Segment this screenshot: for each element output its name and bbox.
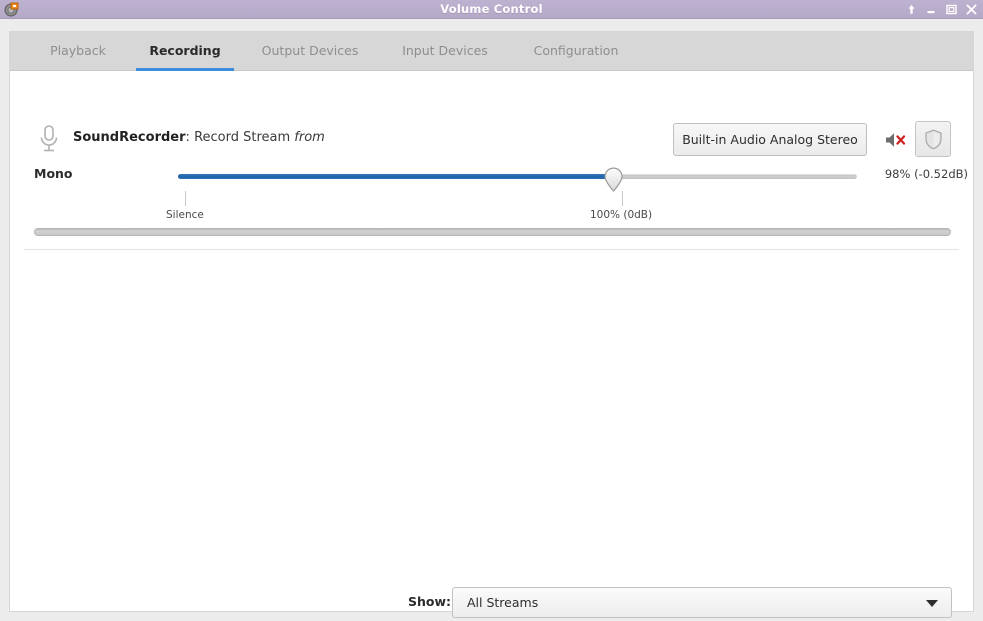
slider-fill bbox=[178, 174, 614, 179]
window-controls bbox=[906, 0, 977, 19]
stream-app-name: SoundRecorder bbox=[73, 130, 186, 145]
mark-tick-silence bbox=[185, 191, 186, 206]
mark-tick-0db bbox=[622, 191, 623, 206]
stream-divider bbox=[24, 249, 959, 250]
volume-control-window: Volume Control bbox=[0, 0, 983, 621]
volume-slider[interactable] bbox=[169, 166, 866, 188]
stream-description: Record Stream bbox=[194, 130, 290, 145]
microphone-icon bbox=[35, 124, 63, 154]
minimize-icon[interactable] bbox=[926, 4, 937, 15]
device-selector-button[interactable]: Built-in Audio Analog Stereo bbox=[673, 123, 867, 156]
slider-handle[interactable] bbox=[603, 167, 624, 192]
tab-notebook: Playback Recording Output Devices Input … bbox=[9, 31, 974, 612]
close-icon[interactable] bbox=[966, 4, 977, 15]
stream-title: SoundRecorder: Record Stream from bbox=[73, 130, 325, 145]
mark-label-0db: 100% (0dB) bbox=[590, 209, 652, 221]
lock-channels-button[interactable] bbox=[915, 121, 951, 157]
stream-from-word: from bbox=[294, 130, 325, 145]
tab-input-devices[interactable]: Input Devices bbox=[385, 32, 505, 71]
tab-configuration[interactable]: Configuration bbox=[510, 32, 642, 71]
title-bar[interactable]: Volume Control bbox=[0, 0, 983, 19]
stream-title-separator: : bbox=[186, 130, 190, 145]
stream-row: SoundRecorder: Record Stream from Built-… bbox=[10, 71, 973, 251]
show-streams-value: All Streams bbox=[467, 588, 538, 617]
tab-recording[interactable]: Recording bbox=[136, 32, 234, 71]
recording-page: SoundRecorder: Record Stream from Built-… bbox=[10, 71, 973, 611]
show-label: Show: bbox=[408, 594, 451, 609]
tab-output-devices[interactable]: Output Devices bbox=[240, 32, 380, 71]
tab-playback[interactable]: Playback bbox=[20, 32, 136, 71]
tab-bar: Playback Recording Output Devices Input … bbox=[10, 32, 973, 71]
speaker-muted-icon[interactable] bbox=[884, 130, 910, 150]
show-streams-dropdown[interactable]: All Streams bbox=[452, 587, 952, 618]
channel-label: Mono bbox=[34, 166, 73, 181]
chevron-down-icon bbox=[926, 600, 938, 607]
peak-level-meter bbox=[34, 228, 951, 236]
mark-label-silence: Silence bbox=[166, 209, 204, 221]
maximize-icon[interactable] bbox=[946, 4, 957, 15]
window-title: Volume Control bbox=[0, 0, 983, 19]
volume-readout: 98% (-0.52dB) bbox=[872, 167, 968, 181]
window-body: Playback Recording Output Devices Input … bbox=[0, 19, 983, 621]
up-arrow-icon[interactable] bbox=[906, 4, 917, 15]
